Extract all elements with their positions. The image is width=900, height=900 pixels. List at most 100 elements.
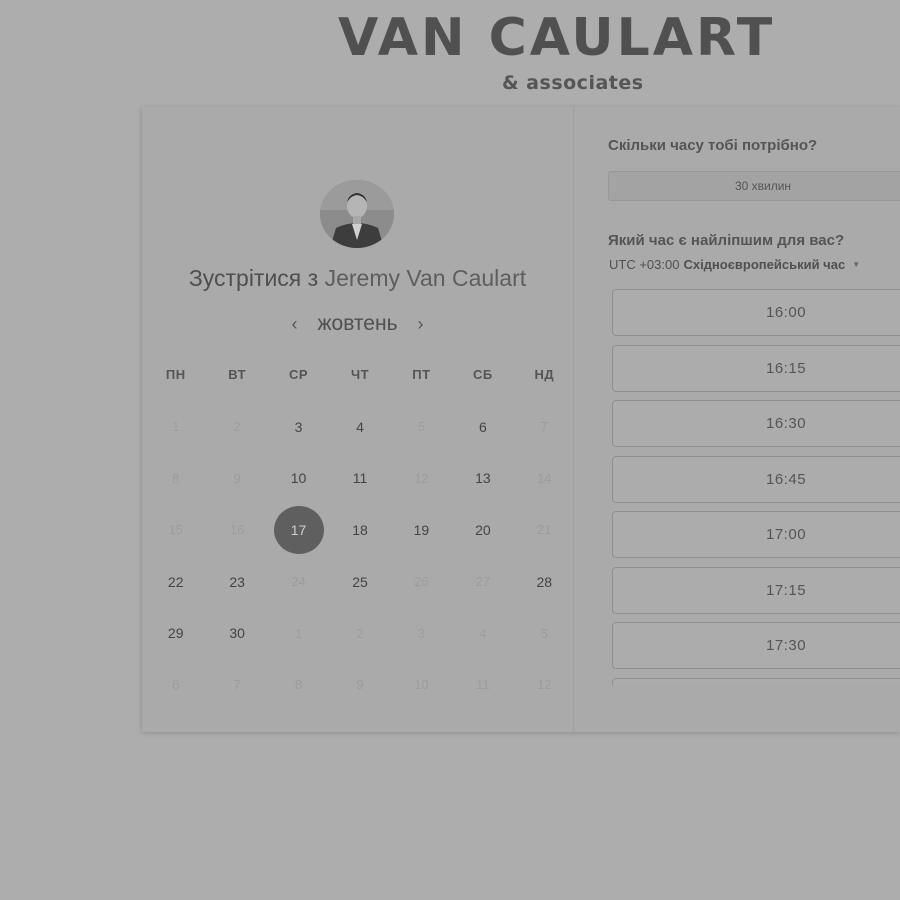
weekday-label: ПТ <box>412 367 431 382</box>
booking-card: Зустрітися з Jeremy Van Caulart ‹ жовтен… <box>142 107 900 732</box>
calendar-day-number: 6 <box>478 418 487 435</box>
weekday-label: СБ <box>472 367 493 382</box>
calendar-day-number: 2 <box>356 625 364 641</box>
calendar-panel: Зустрітися з Jeremy Van Caulart ‹ жовтен… <box>142 107 574 732</box>
calendar-day: 12 <box>514 659 575 711</box>
calendar-day-number: 24 <box>291 574 306 590</box>
time-slot-button[interactable]: 17:15 <box>612 566 900 614</box>
calendar-day-number: 7 <box>233 677 241 693</box>
duration-option[interactable]: 30 хвилин <box>608 171 900 201</box>
host-avatar <box>320 180 394 248</box>
calendar-day: 9 <box>329 659 390 711</box>
meeting-title: Зустрітися з Jeremy Van Caulart <box>142 265 573 292</box>
calendar-day[interactable]: 22 <box>145 556 206 608</box>
calendar-day-number: 3 <box>417 625 426 641</box>
calendar-day-number: 22 <box>167 573 184 590</box>
calendar-day-selected[interactable]: 17 <box>268 504 329 556</box>
calendar-day-number: 6 <box>172 677 180 693</box>
calendar-day-number: 11 <box>476 677 490 693</box>
calendar-day-number: 11 <box>352 470 368 487</box>
calendar-day[interactable]: 30 <box>206 607 267 659</box>
calendar-day[interactable]: 18 <box>329 504 390 556</box>
month-navigation: ‹ жовтень › <box>142 309 573 339</box>
calendar-day-number: 1 <box>294 625 303 641</box>
time-slot-label: 16:30 <box>766 415 807 432</box>
calendar-day[interactable]: 29 <box>145 607 206 659</box>
calendar-day-number: 3 <box>294 418 303 435</box>
calendar-day-number: 5 <box>540 625 548 641</box>
calendar-day-number: 10 <box>414 677 429 693</box>
calendar-day: 5 <box>514 607 575 659</box>
calendar-day-number: 14 <box>537 470 552 486</box>
calendar-day[interactable]: 28 <box>514 556 575 608</box>
calendar-day-number: 28 <box>536 573 553 590</box>
calendar-day: 11 <box>452 659 513 711</box>
calendar-day: 26 <box>391 556 452 608</box>
chevron-right-icon[interactable]: › <box>414 314 428 335</box>
calendar-day: 1 <box>145 401 206 453</box>
calendar-day-number: 30 <box>229 625 245 642</box>
calendar-day[interactable]: 11 <box>329 453 390 505</box>
calendar-day: 12 <box>391 453 452 505</box>
time-slot-label <box>613 679 900 686</box>
calendar-day-number: 17 <box>273 505 324 554</box>
calendar-day[interactable]: 19 <box>391 504 452 556</box>
time-slot-button[interactable]: 17:30 <box>612 622 900 669</box>
brand-title: VAN CAULART <box>338 8 776 68</box>
calendar-day: 8 <box>145 453 206 505</box>
calendar-day-number: 4 <box>479 625 487 641</box>
calendar-day-number: 21 <box>537 522 552 538</box>
calendar-day: 4 <box>452 607 513 659</box>
calendar-day: 2 <box>206 401 267 453</box>
timezone-offset: UTC +03:00 <box>609 257 680 272</box>
calendar-day[interactable]: 3 <box>268 401 329 453</box>
calendar-day-number: 29 <box>167 625 184 642</box>
brand-logo: VAN CAULART & associates <box>0 0 900 100</box>
time-slot-button[interactable]: 16:00 <box>612 289 900 336</box>
time-slot-label: 17:30 <box>766 637 807 654</box>
calendar-day[interactable]: 20 <box>452 504 513 556</box>
calendar-day-number: 12 <box>537 677 552 693</box>
calendar-day-number: 27 <box>475 574 491 590</box>
time-slot-list[interactable]: 16:00 16:15 16:30 16:45 17:00 17:15 17:30 <box>612 289 900 685</box>
chevron-left-icon[interactable]: ‹ <box>287 314 301 335</box>
time-slot-label: 16:45 <box>766 470 807 488</box>
weekday-label: СР <box>289 367 309 382</box>
duration-value: 30 хвилин <box>734 179 792 193</box>
calendar-day: 6 <box>145 659 206 711</box>
calendar-day: 16 <box>206 504 267 556</box>
time-slot-button[interactable]: 17:00 <box>612 511 900 558</box>
calendar-day: 7 <box>206 659 267 711</box>
calendar-day[interactable]: 23 <box>206 556 267 608</box>
calendar-day-number: 23 <box>229 573 245 590</box>
time-slot-button[interactable]: 16:30 <box>612 400 900 447</box>
calendar-day: 10 <box>391 659 452 711</box>
calendar-day: 9 <box>206 453 267 505</box>
calendar-day-number: 19 <box>413 521 430 538</box>
calendar-day: 15 <box>145 504 206 556</box>
timezone-selector[interactable]: UTC +03:00 Східноєвропейський час ▼ <box>609 257 860 272</box>
calendar-day-number: 9 <box>233 470 241 486</box>
calendar-day-number: 25 <box>352 573 368 590</box>
calendar-day-number: 26 <box>414 574 429 590</box>
calendar-day[interactable]: 25 <box>329 556 390 608</box>
calendar-day: 8 <box>268 659 329 711</box>
time-slot-button[interactable]: 16:15 <box>612 344 900 392</box>
calendar-day: 27 <box>452 556 513 608</box>
time-slot-label: 17:15 <box>766 581 807 599</box>
calendar-day[interactable]: 10 <box>268 453 329 505</box>
time-slot-button[interactable] <box>612 677 900 686</box>
calendar-day-number: 4 <box>356 418 364 435</box>
calendar-day[interactable]: 6 <box>452 401 513 453</box>
weekday-label: НД <box>534 367 555 382</box>
time-slot-button[interactable]: 16:45 <box>612 455 900 503</box>
calendar-day[interactable]: 13 <box>452 453 513 505</box>
calendar-day: 24 <box>268 556 329 608</box>
calendar-day: 7 <box>514 401 575 453</box>
calendar-day[interactable]: 4 <box>329 401 390 453</box>
weekday-header: ПН ВТ СР ЧТ ПТ СБ НД <box>145 367 575 382</box>
calendar-day-number: 12 <box>414 470 429 486</box>
calendar-day-number: 10 <box>290 470 307 487</box>
calendar-day: 5 <box>391 401 452 453</box>
weekday-label: ЧТ <box>350 367 370 382</box>
